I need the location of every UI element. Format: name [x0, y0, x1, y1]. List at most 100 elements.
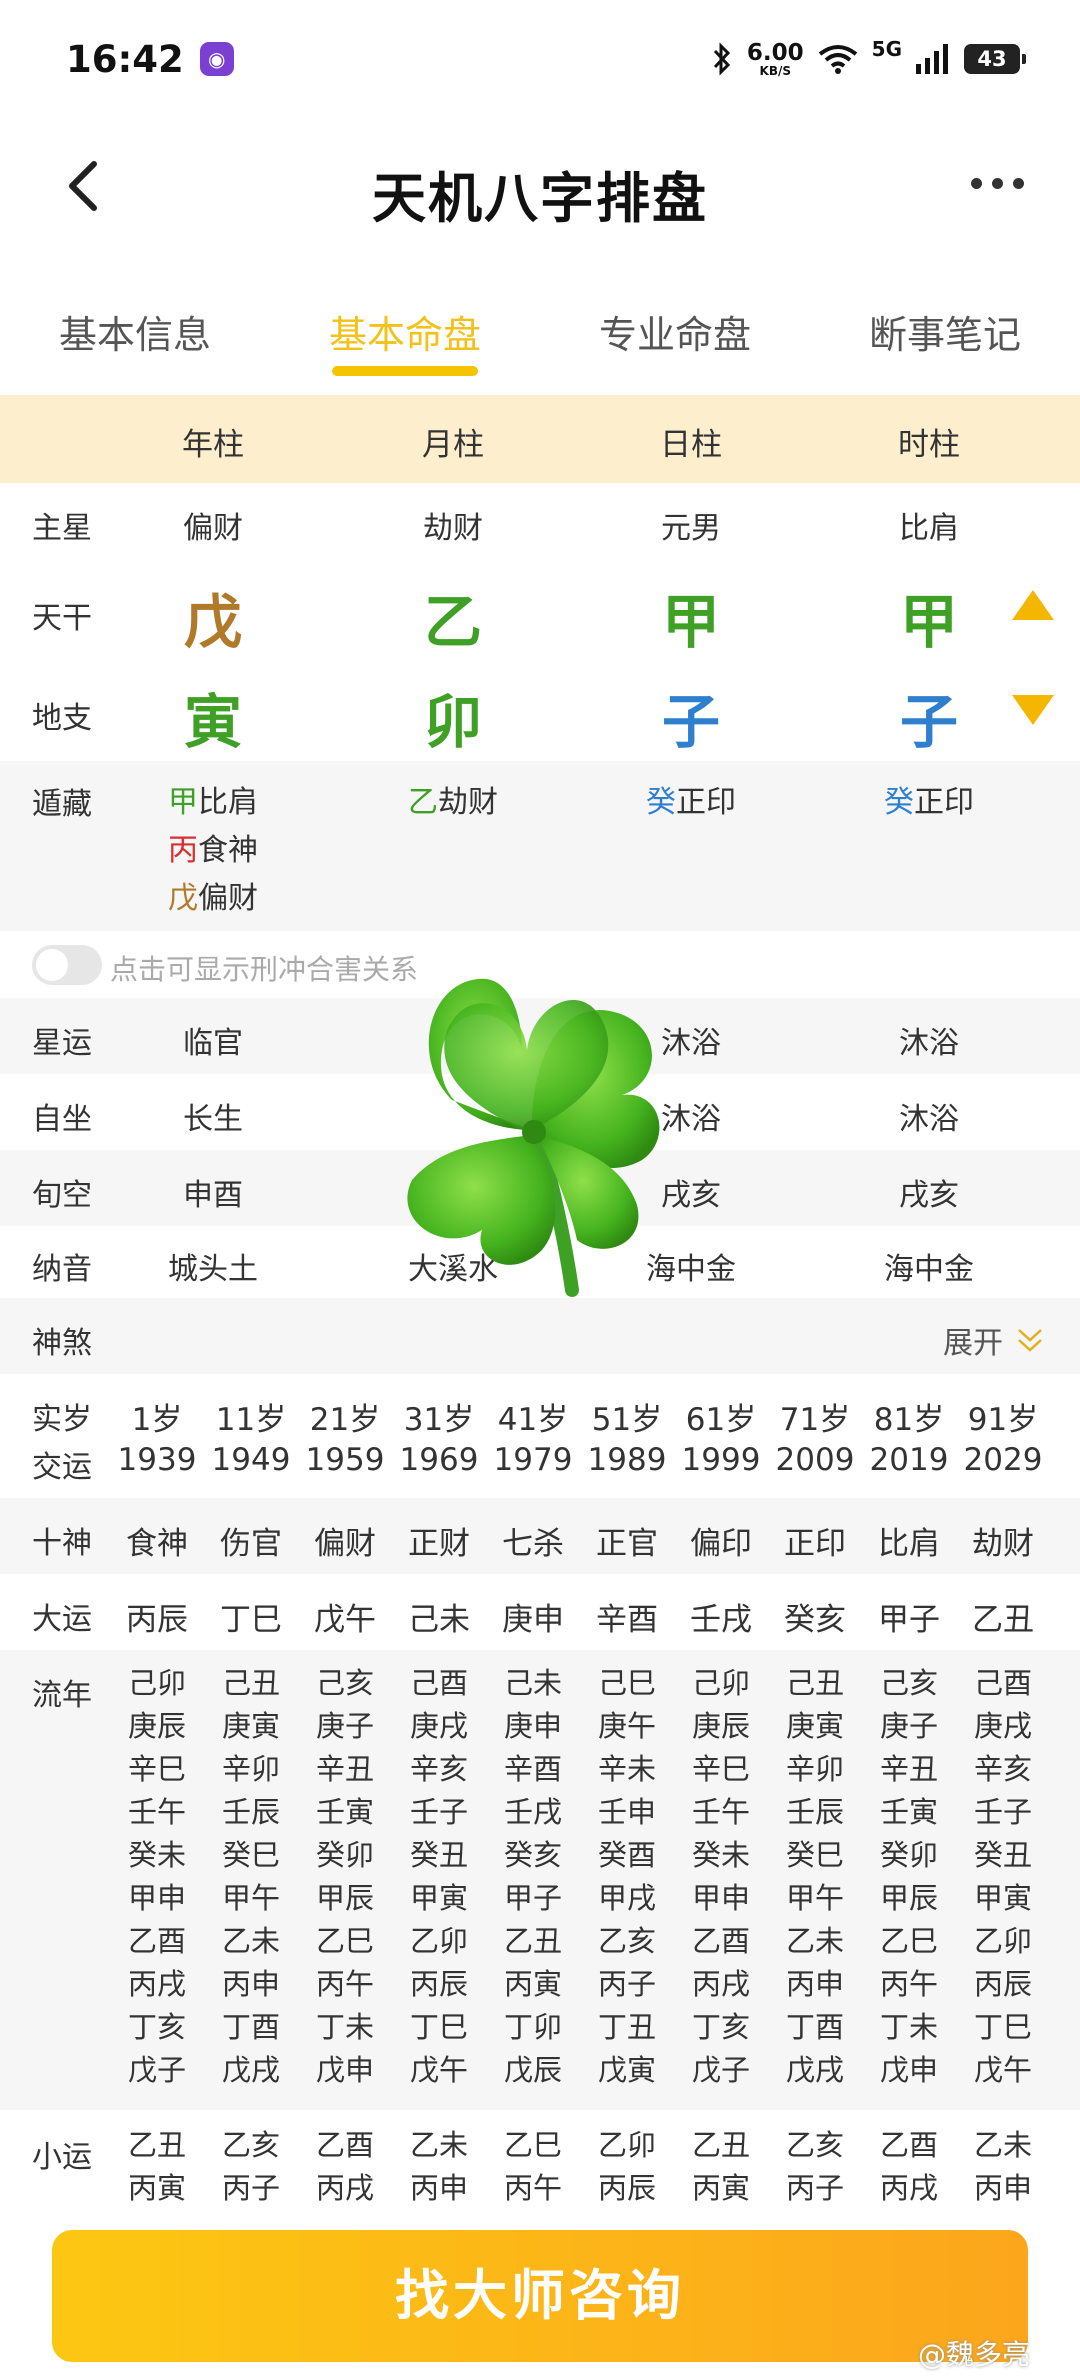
liunian-year-cell[interactable]: 甲子 — [486, 1877, 580, 1920]
liunian-year-cell[interactable]: 乙卯 — [956, 1920, 1050, 1963]
liunian-year-cell[interactable]: 癸巳 — [768, 1834, 862, 1877]
liunian-year-cell[interactable]: 己巳 — [580, 1662, 674, 1705]
liunian-year-cell[interactable]: 丁巳 — [956, 2006, 1050, 2049]
liunian-year-cell[interactable]: 壬寅 — [298, 1791, 392, 1834]
liunian-year-cell[interactable]: 己丑 — [768, 1662, 862, 1705]
liunian-year-cell[interactable]: 庚辰 — [674, 1705, 768, 1748]
liunian-year-cell[interactable]: 甲寅 — [956, 1877, 1050, 1920]
liunian-year-cell[interactable]: 辛巳 — [110, 1748, 204, 1791]
liunian-year-cell[interactable]: 庚申 — [486, 1705, 580, 1748]
liunian-year-cell[interactable]: 庚寅 — [768, 1705, 862, 1748]
liunian-year-cell[interactable]: 辛丑 — [298, 1748, 392, 1791]
liunian-year-cell[interactable]: 甲戌 — [580, 1877, 674, 1920]
liunian-year-cell[interactable]: 丙辰 — [392, 1963, 486, 2006]
dayun-cell[interactable]: 壬戌 — [674, 1594, 768, 1639]
move-up-arrow-icon[interactable] — [1012, 590, 1054, 620]
liunian-year-cell[interactable]: 壬子 — [956, 1791, 1050, 1834]
liunian-year-cell[interactable]: 壬子 — [392, 1791, 486, 1834]
liunian-year-cell[interactable]: 己酉 — [956, 1662, 1050, 1705]
liunian-year-cell[interactable]: 壬午 — [110, 1791, 204, 1834]
liunian-year-cell[interactable]: 戊戌 — [768, 2049, 862, 2092]
liunian-year-cell[interactable]: 乙未 — [204, 1920, 298, 1963]
liunian-year-cell[interactable]: 癸亥 — [486, 1834, 580, 1877]
liunian-year-cell[interactable]: 癸巳 — [204, 1834, 298, 1877]
liunian-year-cell[interactable]: 辛巳 — [674, 1748, 768, 1791]
liunian-year-cell[interactable]: 丁亥 — [674, 2006, 768, 2049]
liunian-year-cell[interactable]: 庚戌 — [392, 1705, 486, 1748]
liunian-year-cell[interactable]: 癸丑 — [956, 1834, 1050, 1877]
liunian-year-cell[interactable]: 庚戌 — [956, 1705, 1050, 1748]
liunian-year-cell[interactable]: 庚辰 — [110, 1705, 204, 1748]
liunian-year-cell[interactable]: 乙未 — [768, 1920, 862, 1963]
liunian-year-cell[interactable]: 己酉 — [392, 1662, 486, 1705]
shensha-expand-button[interactable]: 展开 — [943, 1318, 1045, 1362]
liunian-year-cell[interactable]: 庚子 — [862, 1705, 956, 1748]
liunian-year-cell[interactable]: 己亥 — [298, 1662, 392, 1705]
liunian-year-cell[interactable]: 己亥 — [862, 1662, 956, 1705]
more-menu-icon[interactable] — [971, 178, 1024, 189]
liunian-year-cell[interactable]: 辛丑 — [862, 1748, 956, 1791]
dayun-cell[interactable]: 甲子 — [862, 1594, 956, 1639]
liunian-year-cell[interactable]: 乙丑 — [486, 1920, 580, 1963]
liunian-year-cell[interactable]: 壬申 — [580, 1791, 674, 1834]
liunian-year-cell[interactable]: 丁亥 — [110, 2006, 204, 2049]
liunian-year-cell[interactable]: 甲午 — [204, 1877, 298, 1920]
liunian-year-cell[interactable]: 丁卯 — [486, 2006, 580, 2049]
dayun-cell[interactable]: 戊午 — [298, 1594, 392, 1639]
liunian-year-cell[interactable]: 戊寅 — [580, 2049, 674, 2092]
liunian-year-cell[interactable]: 丙申 — [204, 1963, 298, 2006]
tab-basic-info[interactable]: 基本信息 — [0, 290, 270, 390]
liunian-year-cell[interactable]: 丁丑 — [580, 2006, 674, 2049]
liunian-year-cell[interactable]: 癸丑 — [392, 1834, 486, 1877]
liunian-year-cell[interactable]: 癸卯 — [298, 1834, 392, 1877]
liunian-year-cell[interactable]: 辛卯 — [768, 1748, 862, 1791]
move-down-arrow-icon[interactable] — [1012, 695, 1054, 725]
dayun-cell[interactable]: 丙辰 — [110, 1594, 204, 1639]
liunian-year-cell[interactable]: 癸酉 — [580, 1834, 674, 1877]
liunian-year-cell[interactable]: 甲申 — [110, 1877, 204, 1920]
liunian-year-cell[interactable]: 戊子 — [110, 2049, 204, 2092]
liunian-year-cell[interactable]: 丁酉 — [204, 2006, 298, 2049]
dayun-cell[interactable]: 癸亥 — [768, 1594, 862, 1639]
liunian-year-cell[interactable]: 乙酉 — [110, 1920, 204, 1963]
consult-master-button[interactable]: 找大师咨询 — [52, 2230, 1028, 2362]
liunian-year-cell[interactable]: 戊戌 — [204, 2049, 298, 2092]
liunian-year-cell[interactable]: 戊午 — [956, 2049, 1050, 2092]
liunian-year-cell[interactable]: 壬戌 — [486, 1791, 580, 1834]
liunian-year-cell[interactable]: 壬寅 — [862, 1791, 956, 1834]
liunian-year-cell[interactable]: 辛酉 — [486, 1748, 580, 1791]
liunian-year-cell[interactable]: 丁未 — [862, 2006, 956, 2049]
liunian-year-cell[interactable]: 甲寅 — [392, 1877, 486, 1920]
liunian-year-cell[interactable]: 己卯 — [674, 1662, 768, 1705]
relations-toggle[interactable] — [32, 945, 102, 985]
liunian-year-cell[interactable]: 己未 — [486, 1662, 580, 1705]
liunian-year-cell[interactable]: 壬午 — [674, 1791, 768, 1834]
liunian-year-cell[interactable]: 辛未 — [580, 1748, 674, 1791]
liunian-year-cell[interactable]: 丙子 — [580, 1963, 674, 2006]
liunian-year-cell[interactable]: 丙戌 — [110, 1963, 204, 2006]
liunian-year-cell[interactable]: 庚子 — [298, 1705, 392, 1748]
liunian-year-cell[interactable]: 甲申 — [674, 1877, 768, 1920]
liunian-year-cell[interactable]: 丁未 — [298, 2006, 392, 2049]
liunian-year-cell[interactable]: 丙申 — [768, 1963, 862, 2006]
dayun-cell[interactable]: 丁巳 — [204, 1594, 298, 1639]
liunian-year-cell[interactable]: 戊申 — [862, 2049, 956, 2092]
dayun-cell[interactable]: 辛酉 — [580, 1594, 674, 1639]
liunian-year-cell[interactable]: 戊子 — [674, 2049, 768, 2092]
liunian-year-cell[interactable]: 辛亥 — [392, 1748, 486, 1791]
liunian-year-cell[interactable]: 己卯 — [110, 1662, 204, 1705]
liunian-year-cell[interactable]: 癸未 — [674, 1834, 768, 1877]
liunian-year-cell[interactable]: 丁巳 — [392, 2006, 486, 2049]
liunian-year-cell[interactable]: 庚寅 — [204, 1705, 298, 1748]
liunian-year-cell[interactable]: 丙戌 — [674, 1963, 768, 2006]
liunian-year-cell[interactable]: 乙巳 — [298, 1920, 392, 1963]
liunian-year-cell[interactable]: 乙酉 — [674, 1920, 768, 1963]
liunian-year-cell[interactable]: 壬辰 — [768, 1791, 862, 1834]
liunian-year-cell[interactable]: 辛卯 — [204, 1748, 298, 1791]
liunian-year-cell[interactable]: 戊辰 — [486, 2049, 580, 2092]
liunian-year-cell[interactable]: 戊午 — [392, 2049, 486, 2092]
liunian-year-cell[interactable]: 甲辰 — [298, 1877, 392, 1920]
liunian-year-cell[interactable]: 癸卯 — [862, 1834, 956, 1877]
tab-basic-chart[interactable]: 基本命盘 — [270, 290, 540, 390]
dayun-cell[interactable]: 己未 — [392, 1594, 486, 1639]
